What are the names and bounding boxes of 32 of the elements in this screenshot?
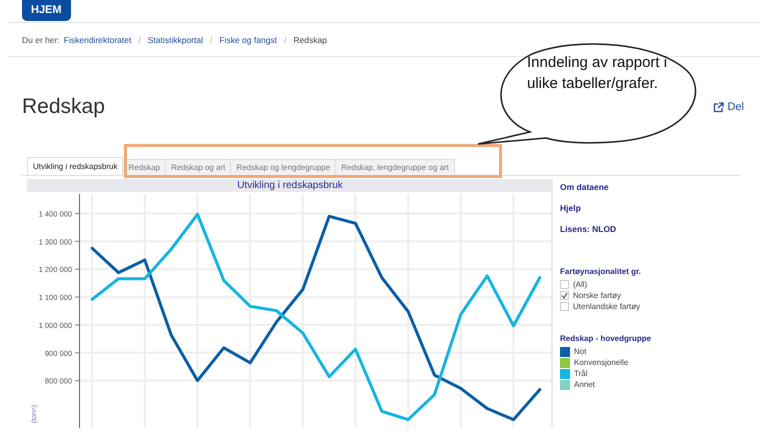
checkbox[interactable] [560,291,569,300]
checkbox-label: Norske fartøy [573,291,622,300]
report-tab[interactable]: Utvikling i redskapsbruk [27,157,124,175]
home-button[interactable]: HJEM [22,0,71,20]
breadcrumb-separator: / [138,34,141,44]
callout-text: Inndeling av rapport i ulike tabeller/grafer. [527,53,668,94]
breadcrumb-label: Du er her: [22,34,60,44]
checkbox-label: Utenlandske fartøy [573,302,640,311]
sidebar-link[interactable]: Om dataene [560,182,609,192]
report-tab[interactable]: Redskap [122,159,166,175]
sidebar-link[interactable]: Hjelp [560,203,581,213]
external-link-icon [713,102,724,112]
filter-title: Fartøynasjonalitet gr. [560,267,642,276]
breadcrumb-link[interactable]: Fiske og fangst [219,34,278,44]
breadcrumb-link[interactable]: Statistikkportal [148,34,204,44]
legend-label: Trål [574,369,588,378]
breadcrumb-link[interactable]: Fiskeridirektoratet [64,34,132,44]
sidebar-link[interactable]: Lisens: NLOD [560,224,616,234]
report-tab[interactable]: Redskap, lengdegruppe og art [335,159,455,175]
breadcrumb-current: Redskap [293,34,327,44]
legend-title: Redskap - hovedgruppe [560,334,652,343]
legend-label: Konvensjonelle [574,358,628,367]
share-link[interactable]: Del [713,101,744,113]
breadcrumb-separator: / [284,34,286,44]
report-tab[interactable]: Redskap og art [165,159,232,175]
legend-label: Annet [574,380,595,389]
breadcrumb-separator: / [210,34,212,44]
report-tab[interactable]: Redskap og lengdegruppe [230,159,336,175]
legend-label: Not [574,347,586,356]
chart-title: Utvikling i redskapsbruk [27,179,553,192]
checkbox-label: (All) [573,280,588,289]
page-title: Redskap [22,95,105,119]
